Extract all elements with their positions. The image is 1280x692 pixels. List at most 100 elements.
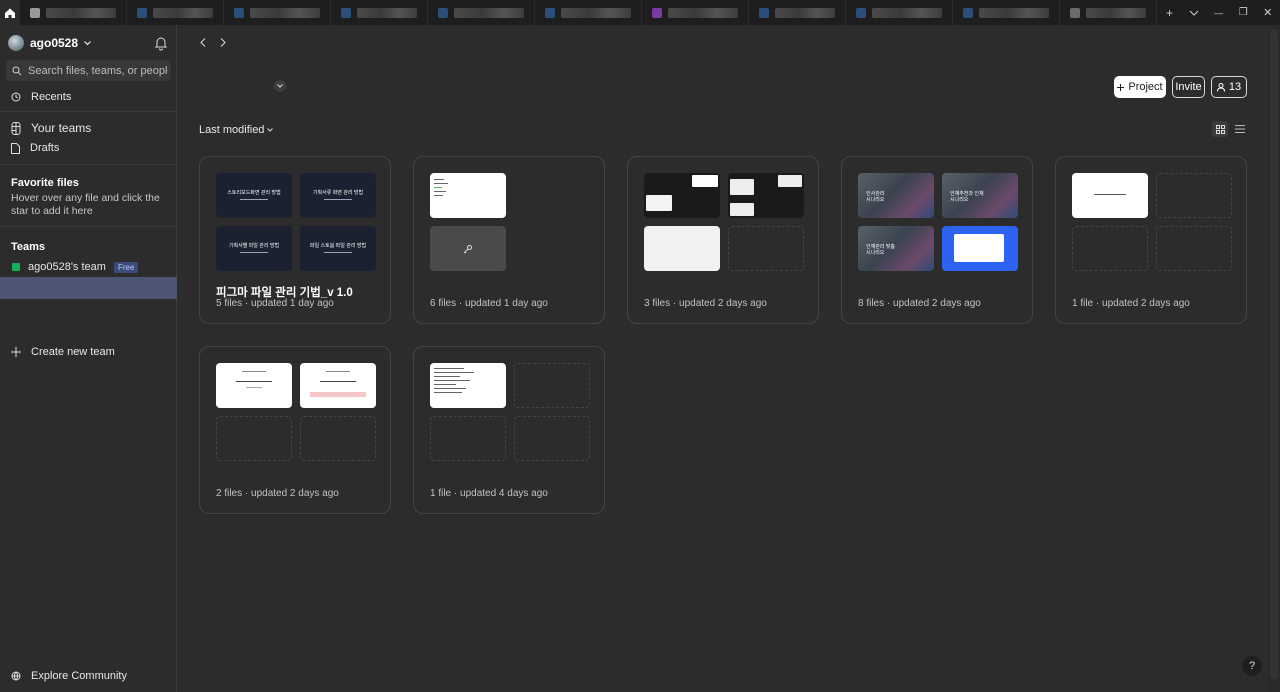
thumbnail-content-line <box>1094 194 1126 195</box>
members-button[interactable]: 13 <box>1211 76 1247 98</box>
project-card[interactable]: 3 files · updated 2 days ago <box>627 156 819 324</box>
forward-button[interactable] <box>216 35 230 49</box>
new-project-button[interactable]: Project <box>1114 76 1166 98</box>
help-button[interactable]: ? <box>1242 656 1262 676</box>
project-card[interactable]: 인사관리 시나리오 인재추천과 인재 시나리오 인재관리 맞춤 시나리오 8 f… <box>841 156 1033 324</box>
file-thumbnail[interactable]: 파일 스토봄 파일 관리 방법 <box>300 226 376 271</box>
file-tab-icon <box>137 7 148 18</box>
project-thumbnails <box>216 363 376 461</box>
scrollbar[interactable] <box>1268 25 1280 692</box>
bell-icon[interactable] <box>154 35 168 51</box>
sidebar-item-recents[interactable]: Recents <box>0 86 177 108</box>
file-thumbnail[interactable] <box>430 363 506 408</box>
file-tab[interactable] <box>1060 0 1158 25</box>
file-tab[interactable] <box>331 0 429 25</box>
explore-community-link[interactable]: Explore Community <box>0 665 177 687</box>
globe-icon <box>11 671 21 681</box>
file-thumbnail[interactable] <box>644 226 720 271</box>
thumbnail-subtitle-line <box>240 252 268 253</box>
thumbnail-frame <box>954 234 1004 262</box>
empty-thumbnail-slot <box>300 416 376 461</box>
sidebar-item-selected-project[interactable] <box>0 277 177 299</box>
team-color-swatch <box>12 263 20 271</box>
project-card[interactable]: 1 file · updated 2 days ago <box>1055 156 1247 324</box>
file-thumbnail[interactable] <box>1072 173 1148 218</box>
plus-icon <box>11 347 21 357</box>
project-card[interactable]: 스토리보드화면 관리 방법 기획서류 화면 관리 방법 기획서별 파일 관리 방… <box>199 156 391 324</box>
file-thumbnail[interactable] <box>430 173 506 218</box>
team-menu-button[interactable] <box>274 80 286 92</box>
scrollbar-thumb[interactable] <box>1270 29 1278 679</box>
thumbnail-content-line <box>434 195 443 196</box>
file-tab-icon <box>1070 7 1081 18</box>
home-tab[interactable] <box>0 0 21 25</box>
file-thumbnail[interactable]: 기획서별 파일 관리 방법 <box>216 226 292 271</box>
thumbnail-content-line <box>434 376 460 377</box>
file-tab[interactable] <box>846 0 954 25</box>
project-card[interactable]: 6 files · updated 1 day ago <box>413 156 605 324</box>
file-tab[interactable] <box>642 0 750 25</box>
thumbnail-subtitle-line <box>324 199 352 200</box>
project-thumbnails: 인사관리 시나리오 인재추천과 인재 시나리오 인재관리 맞춤 시나리오 <box>858 173 1018 271</box>
sidebar: ago0528 Recents Your teams Drafts Favori… <box>0 25 177 692</box>
file-thumbnail[interactable]: 인사관리 시나리오 <box>858 173 934 218</box>
sort-dropdown[interactable]: Last modified <box>199 124 274 136</box>
empty-thumbnail-slot <box>216 416 292 461</box>
thumbnail-content-line <box>434 187 442 188</box>
file-tab-title <box>561 7 632 18</box>
file-tab[interactable] <box>20 0 128 25</box>
figma-icon <box>11 121 21 135</box>
project-meta: 6 files · updated 1 day ago <box>430 298 548 309</box>
file-tab[interactable] <box>127 0 225 25</box>
account-menu[interactable]: ago0528 <box>8 35 168 51</box>
thumbnail-frame <box>730 203 754 216</box>
file-thumbnail[interactable]: 인재추천과 인재 시나리오 <box>942 173 1018 218</box>
thumbnail-title: 인사관리 시나리오 <box>866 191 885 203</box>
file-thumbnail[interactable]: 기획서류 화면 관리 방법 <box>300 173 376 218</box>
thumbnail-frame <box>778 175 802 187</box>
file-thumbnail[interactable] <box>300 363 376 408</box>
file-tab[interactable] <box>224 0 332 25</box>
minimize-button[interactable]: — <box>1206 0 1231 25</box>
project-card[interactable]: 2 files · updated 2 days ago <box>199 346 391 514</box>
project-card[interactable]: 1 file · updated 4 days ago <box>413 346 605 514</box>
thumbnail-subtitle-line <box>240 199 268 200</box>
create-team-button[interactable]: Create new team <box>0 341 177 363</box>
file-thumbnail[interactable] <box>728 173 804 218</box>
thumbnail-content-line <box>434 388 466 389</box>
file-thumbnail[interactable] <box>216 363 292 408</box>
file-thumbnail[interactable]: 스토리보드화면 관리 방법 <box>216 173 292 218</box>
back-button[interactable] <box>196 35 210 49</box>
key-icon <box>463 244 472 253</box>
maximize-button[interactable]: ❐ <box>1231 0 1256 25</box>
tab-menu-button[interactable] <box>1182 0 1207 25</box>
file-tab[interactable] <box>428 0 536 25</box>
search-input[interactable] <box>28 64 168 77</box>
new-tab-button[interactable]: + <box>1157 0 1182 25</box>
sidebar-item-drafts[interactable]: Drafts <box>0 137 177 159</box>
file-tab[interactable] <box>535 0 643 25</box>
username: ago0528 <box>30 36 79 50</box>
search-box[interactable] <box>6 60 171 81</box>
file-tabs <box>20 0 1158 25</box>
invite-button[interactable]: Invite <box>1172 76 1205 98</box>
file-thumbnail[interactable]: 인재관리 맞춤 시나리오 <box>858 226 934 271</box>
thumbnail-content-line <box>434 368 464 369</box>
thumbnail-title: 기획서별 파일 관리 방법 <box>228 243 280 249</box>
file-tab[interactable] <box>953 0 1061 25</box>
list-view-button[interactable] <box>1232 121 1248 137</box>
sidebar-item-your-teams[interactable]: Your teams <box>0 117 177 139</box>
sidebar-item-team[interactable]: ago0528's team Free <box>0 259 177 275</box>
project-meta: 3 files · updated 2 days ago <box>644 298 767 309</box>
file-thumbnail[interactable] <box>942 226 1018 271</box>
file-tab-title <box>357 7 418 18</box>
file-tab-icon <box>30 7 41 18</box>
file-thumbnail[interactable] <box>644 173 720 218</box>
file-thumbnail[interactable] <box>430 226 506 271</box>
file-tab[interactable] <box>749 0 847 25</box>
grid-view-button[interactable] <box>1212 121 1228 137</box>
project-thumbnails <box>644 173 804 271</box>
chevron-down-icon <box>1189 10 1199 16</box>
thumbnail-content-line <box>242 371 266 372</box>
close-window-button[interactable]: ✕ <box>1255 0 1280 25</box>
